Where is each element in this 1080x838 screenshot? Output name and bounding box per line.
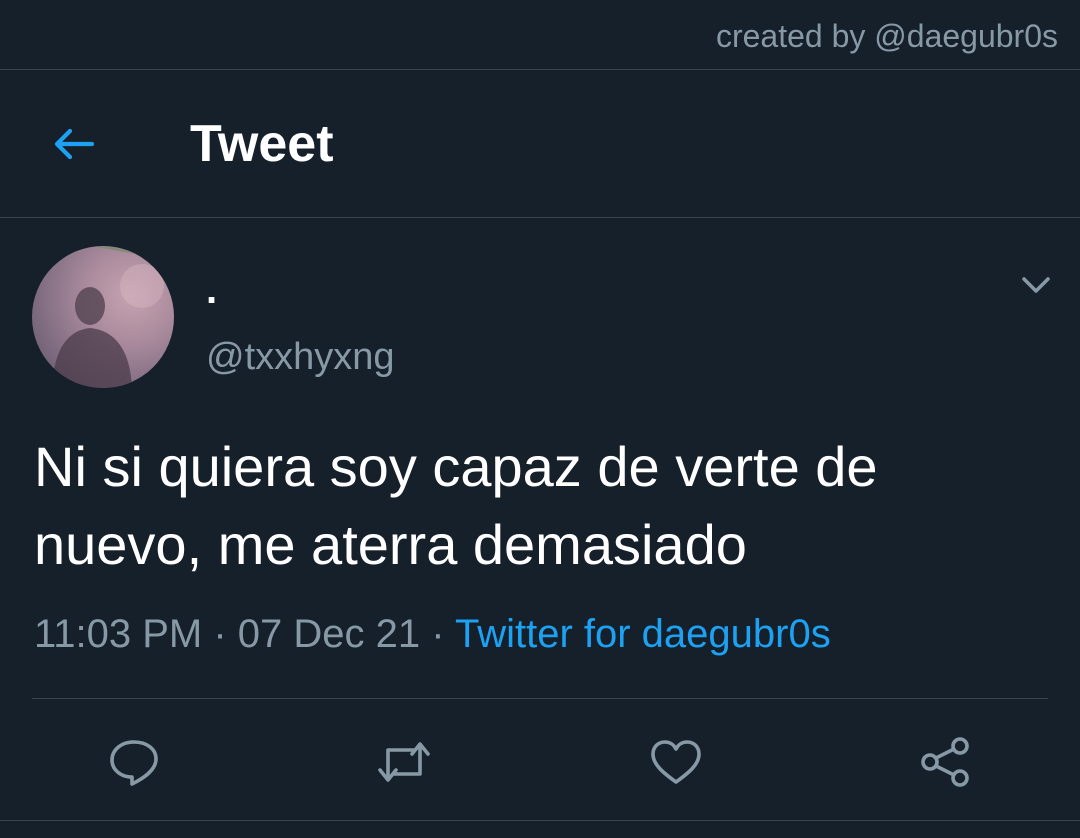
tweet-text: Ni si quiera soy capaz de verte de nuevo… xyxy=(34,435,878,576)
tweet-date: 07 Dec 21 xyxy=(237,612,421,656)
page-title: Tweet xyxy=(190,115,334,173)
tweet-meta: 11:03 PM · 07 Dec 21 · Twitter for daegu… xyxy=(34,612,831,657)
chevron-down-icon[interactable] xyxy=(1018,270,1054,300)
tweet-time: 11:03 PM xyxy=(34,612,203,656)
retweet-icon[interactable] xyxy=(376,734,432,790)
share-icon[interactable] xyxy=(918,734,974,790)
avatar-image xyxy=(52,246,174,388)
credit-text: created by @daegubr0s xyxy=(715,18,1058,54)
reply-icon[interactable] xyxy=(106,734,162,790)
avatar[interactable] xyxy=(32,246,174,388)
divider xyxy=(32,698,1048,699)
like-icon[interactable] xyxy=(648,734,704,790)
display-name[interactable]: . xyxy=(206,268,217,313)
bottom-divider xyxy=(0,820,1080,821)
top-header: Tweet xyxy=(0,70,1080,218)
tweet-source-link[interactable]: Twitter for daegubr0s xyxy=(455,612,831,656)
meta-separator: · xyxy=(420,612,455,656)
credit-bar: created by @daegubr0s xyxy=(0,0,1080,70)
meta-separator: · xyxy=(202,612,238,656)
user-handle[interactable]: @txxhyxng xyxy=(206,336,395,379)
arrow-left-icon[interactable] xyxy=(50,120,98,168)
